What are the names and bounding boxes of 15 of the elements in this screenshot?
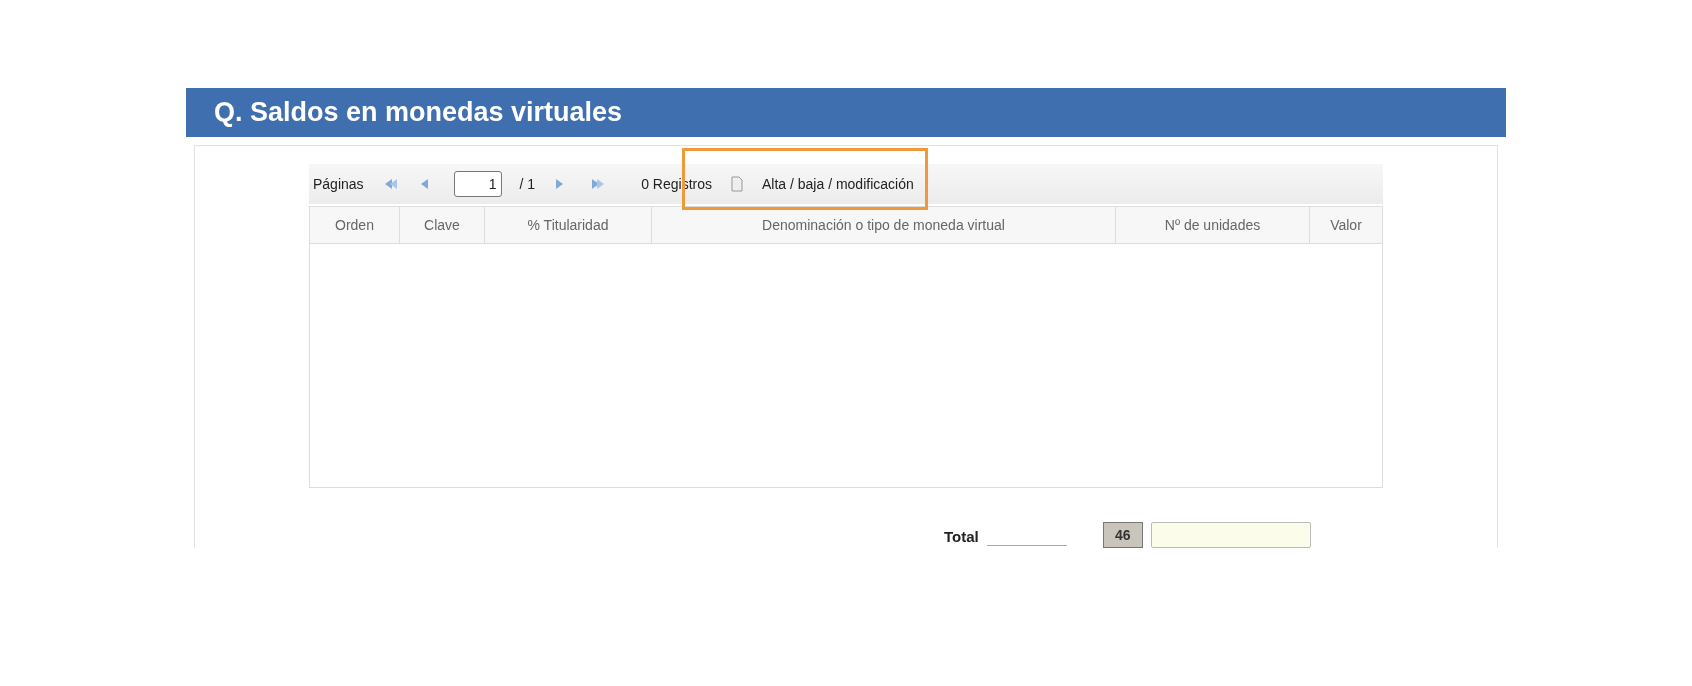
code-badge: 46 — [1102, 522, 1143, 548]
column-header: Orden — [310, 207, 400, 243]
column-header: Valor — [1329, 215, 1363, 235]
column-header: Denominación o tipo de moneda virtual — [652, 207, 1116, 243]
total-field[interactable] — [1150, 522, 1311, 548]
column-header: Nº de unidades — [1116, 207, 1310, 243]
pages-label: Páginas — [313, 174, 364, 194]
column-header: % Titularidad — [485, 207, 652, 243]
page-field[interactable]: 1 — [453, 171, 502, 197]
document-icon — [730, 176, 744, 192]
add-remove-edit-link[interactable]: Alta / baja / modificación — [762, 173, 914, 195]
total-label: Total — [944, 526, 979, 547]
page-count: / 1 — [519, 174, 536, 194]
column-header: Clave — [400, 207, 485, 243]
section-title: Q. Saldos en monedas virtuales — [214, 96, 623, 130]
